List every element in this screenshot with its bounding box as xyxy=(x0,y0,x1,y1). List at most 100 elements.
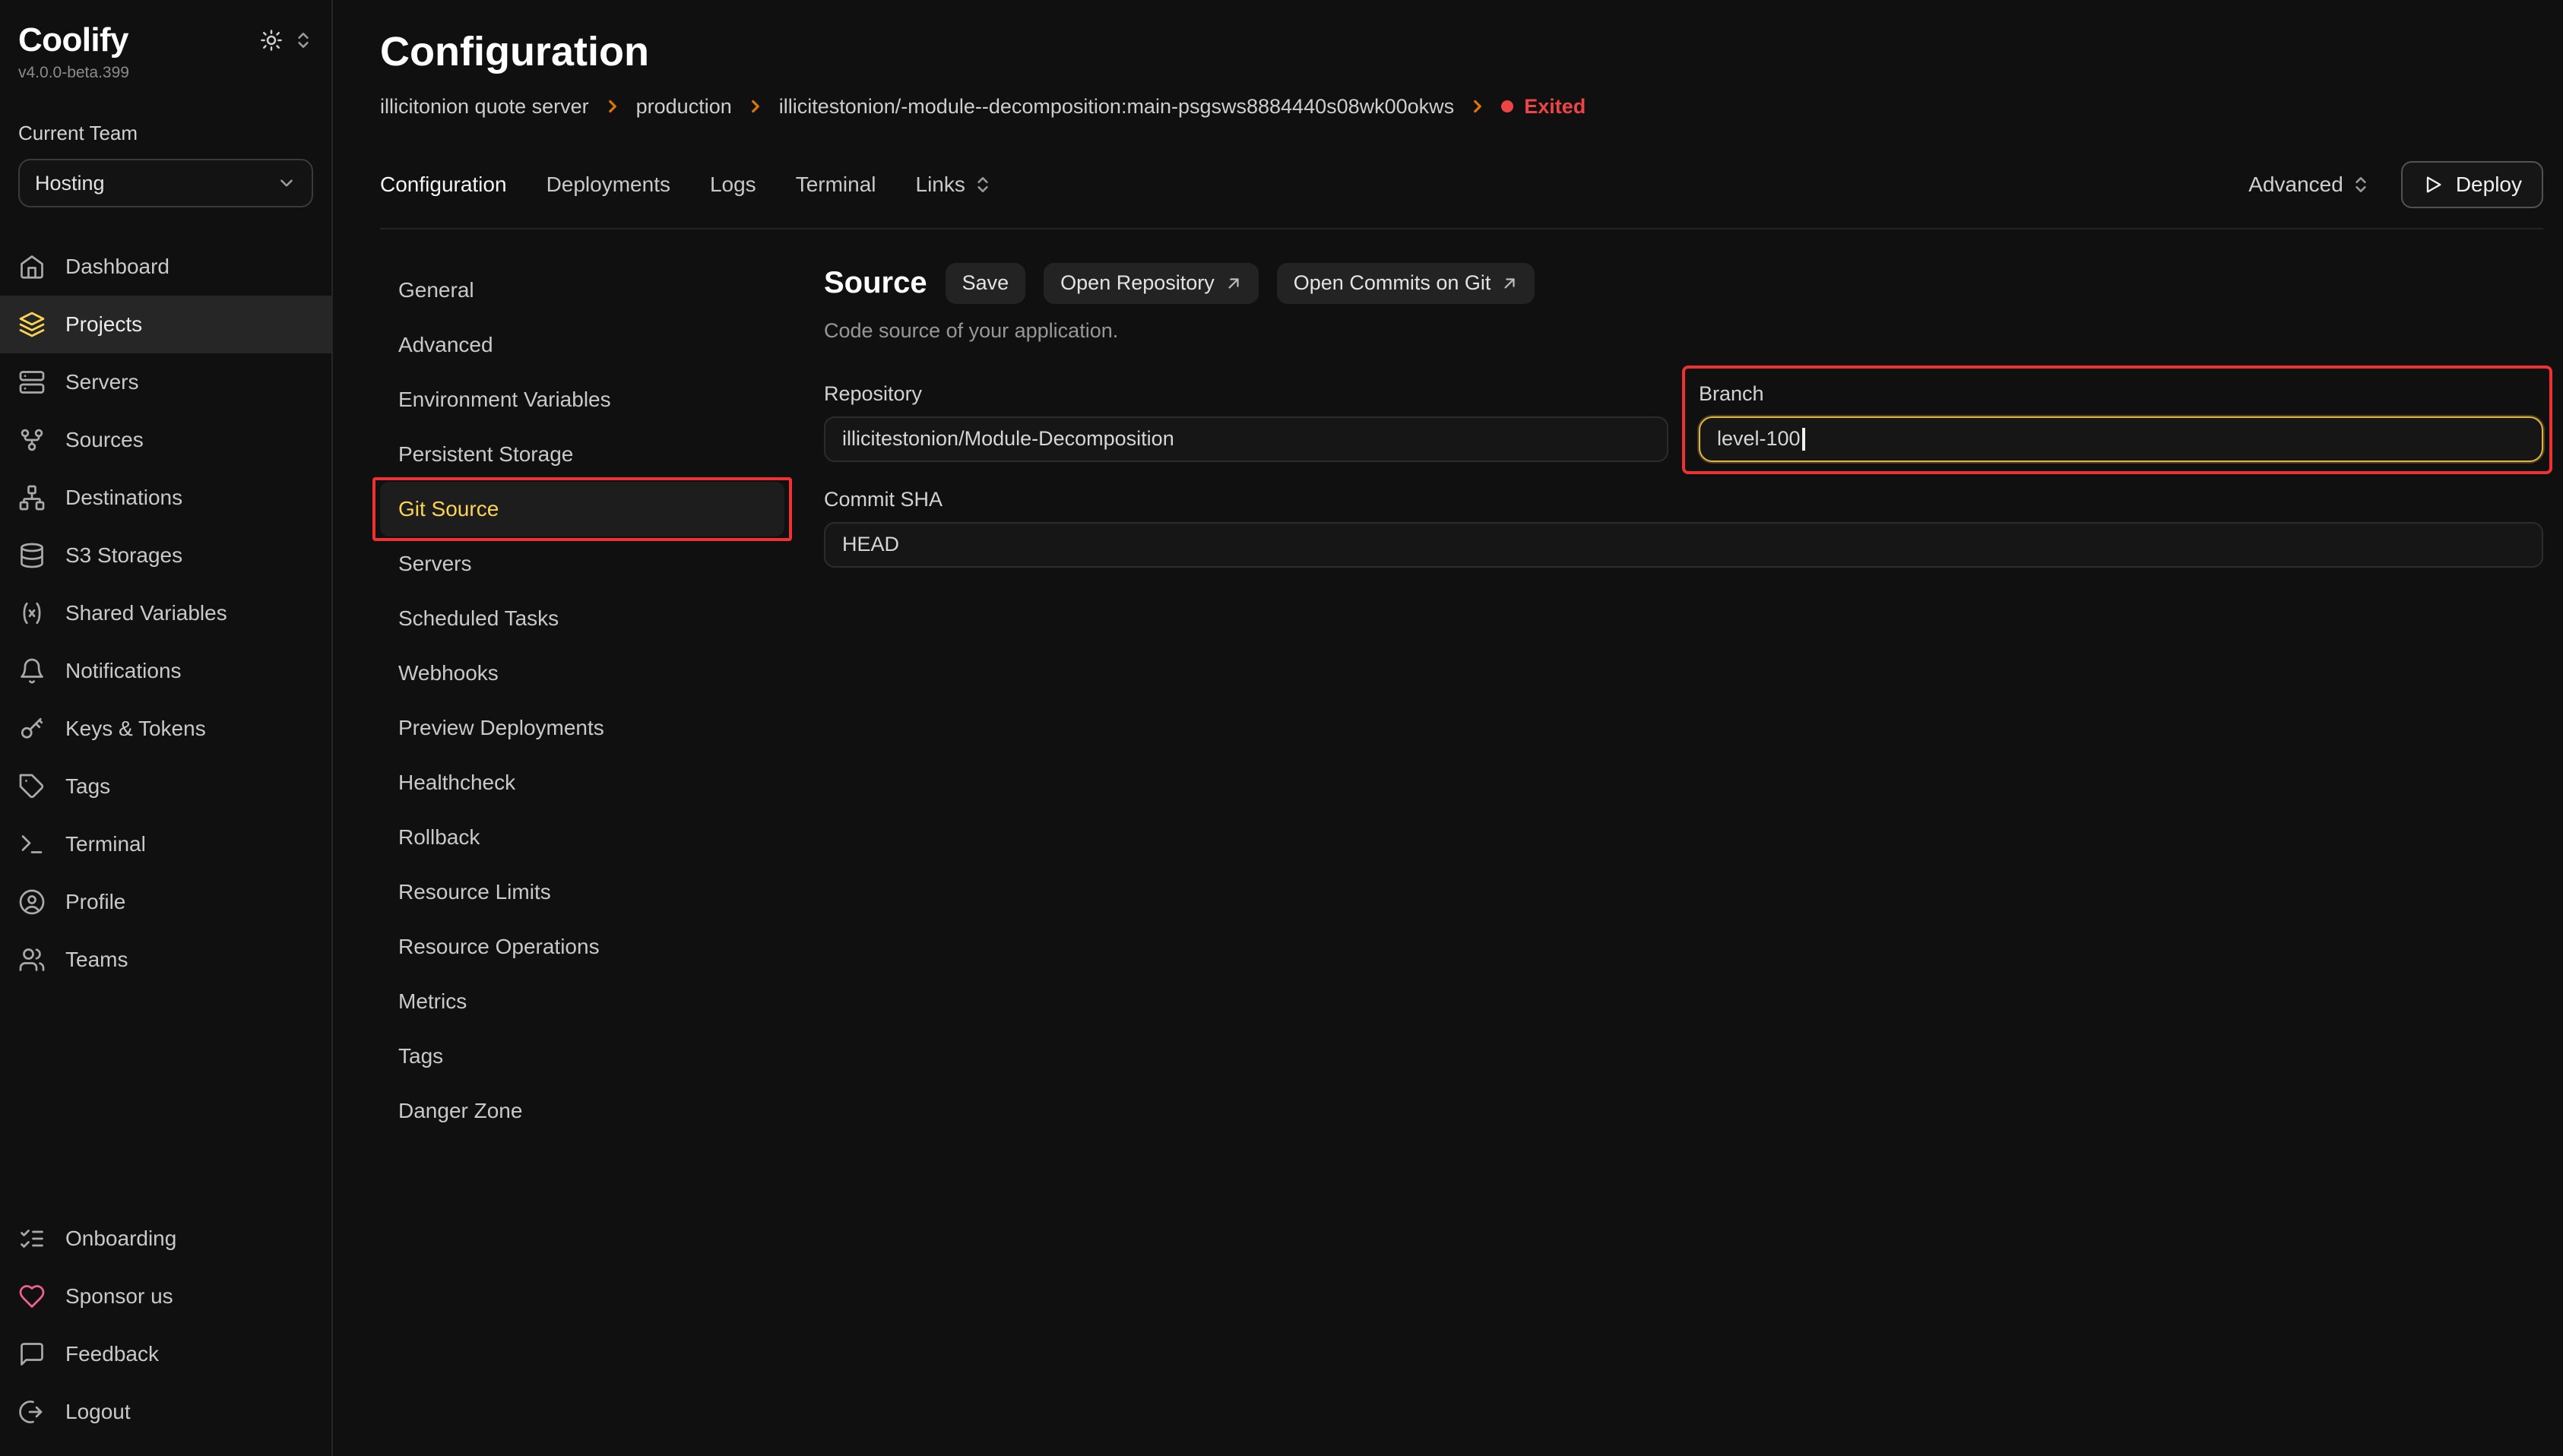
team-select[interactable]: Hosting xyxy=(18,159,313,207)
chevrons-up-down-icon[interactable] xyxy=(293,30,313,50)
sidebar-item-keys-tokens[interactable]: Keys & Tokens xyxy=(0,700,331,758)
server-icon xyxy=(18,369,46,396)
section-subtitle: Code source of your application. xyxy=(824,319,2543,343)
network-icon xyxy=(18,484,46,511)
home-icon xyxy=(18,253,46,280)
sidebar-item-label: Sources xyxy=(65,428,144,452)
sidebar-item-terminal[interactable]: Terminal xyxy=(0,815,331,873)
subnav-item-advanced[interactable]: Advanced xyxy=(380,318,784,372)
key-icon xyxy=(18,715,46,742)
tab-deployments[interactable]: Deployments xyxy=(546,173,670,197)
branch-field: Branch level-100 xyxy=(1699,382,2543,462)
sidebar-item-teams[interactable]: Teams xyxy=(0,931,331,989)
play-icon xyxy=(2422,174,2444,195)
form-fields: Repository Branch level-100 Commit SHA xyxy=(824,382,2543,568)
logout-icon xyxy=(18,1398,46,1426)
sidebar-item-shared-variables[interactable]: Shared Variables xyxy=(0,584,331,642)
branch-input[interactable]: level-100 xyxy=(1699,416,2543,462)
open-repository-button[interactable]: Open Repository xyxy=(1044,263,1259,304)
branch-label: Branch xyxy=(1699,382,2543,406)
sidebar-item-profile[interactable]: Profile xyxy=(0,873,331,931)
subnav-item-scheduled-tasks[interactable]: Scheduled Tasks xyxy=(380,591,784,646)
sidebar-item-label: Destinations xyxy=(65,486,182,510)
advanced-dropdown[interactable]: Advanced xyxy=(2248,173,2371,197)
sidebar-item-onboarding[interactable]: Onboarding xyxy=(0,1210,331,1268)
status-text: Exited xyxy=(1524,95,1586,119)
tab-logs[interactable]: Logs xyxy=(710,173,756,197)
sidebar-item-label: Shared Variables xyxy=(65,601,227,625)
sidebar-item-label: Notifications xyxy=(65,659,182,683)
tabs-actions: Advanced Deploy xyxy=(2248,161,2543,208)
tab-links[interactable]: Links xyxy=(916,173,993,197)
tabs-row: Configuration Deployments Logs Terminal … xyxy=(380,161,2543,229)
settings-subnav: General Advanced Environment Variables P… xyxy=(380,263,784,1138)
sidebar-item-notifications[interactable]: Notifications xyxy=(0,642,331,700)
subnav-item-servers[interactable]: Servers xyxy=(380,537,784,591)
breadcrumb-application[interactable]: illicitestonion/-module--decomposition:m… xyxy=(779,95,1454,119)
tag-icon xyxy=(18,773,46,800)
current-team-label: Current Team xyxy=(18,122,313,145)
chevron-right-icon xyxy=(603,97,623,116)
subnav-item-resource-operations[interactable]: Resource Operations xyxy=(380,919,784,974)
sidebar: Coolify v4.0.0-beta.399 Current Team Hos… xyxy=(0,0,333,1456)
arrow-up-right-icon xyxy=(1225,275,1242,292)
chevrons-up-down-icon xyxy=(2351,175,2371,195)
status-badge: Exited xyxy=(1501,95,1586,119)
sidebar-item-label: Keys & Tokens xyxy=(65,717,206,741)
message-square-icon xyxy=(18,1340,46,1368)
sidebar-item-tags[interactable]: Tags xyxy=(0,758,331,815)
repository-input[interactable] xyxy=(824,416,1668,462)
deploy-button[interactable]: Deploy xyxy=(2401,161,2543,208)
subnav-item-environment-variables[interactable]: Environment Variables xyxy=(380,372,784,427)
sidebar-item-label: Teams xyxy=(65,948,128,972)
subnav-item-rollback[interactable]: Rollback xyxy=(380,810,784,865)
section-title: Source xyxy=(824,266,927,300)
database-icon xyxy=(18,542,46,569)
sidebar-item-sponsor[interactable]: Sponsor us xyxy=(0,1268,331,1325)
heart-icon xyxy=(18,1283,46,1310)
subnav-item-preview-deployments[interactable]: Preview Deployments xyxy=(380,701,784,755)
sidebar-item-sources[interactable]: Sources xyxy=(0,411,331,469)
open-commits-button[interactable]: Open Commits on Git xyxy=(1277,263,1535,304)
save-button[interactable]: Save xyxy=(946,263,1026,304)
tab-terminal[interactable]: Terminal xyxy=(796,173,876,197)
repository-label: Repository xyxy=(824,382,1668,406)
list-checks-icon xyxy=(18,1225,46,1252)
app-root: Coolify v4.0.0-beta.399 Current Team Hos… xyxy=(0,0,2563,1456)
layers-icon xyxy=(18,311,46,338)
sidebar-item-label: Logout xyxy=(65,1400,131,1424)
subnav-item-general[interactable]: General xyxy=(380,263,784,318)
bell-icon xyxy=(18,657,46,685)
commit-sha-field: Commit SHA xyxy=(824,488,2543,568)
subnav-item-healthcheck[interactable]: Healthcheck xyxy=(380,755,784,810)
variable-icon xyxy=(18,600,46,627)
breadcrumb-environment[interactable]: production xyxy=(636,95,732,119)
sidebar-item-s3-storages[interactable]: S3 Storages xyxy=(0,527,331,584)
subnav-item-tags[interactable]: Tags xyxy=(380,1029,784,1084)
sidebar-item-label: Dashboard xyxy=(65,255,169,279)
subnav-item-danger-zone[interactable]: Danger Zone xyxy=(380,1084,784,1138)
subnav-item-persistent-storage[interactable]: Persistent Storage xyxy=(380,427,784,482)
sidebar-footer-nav: Onboarding Sponsor us Feedback Logout xyxy=(18,1210,313,1441)
sidebar-item-logout[interactable]: Logout xyxy=(0,1383,331,1441)
sidebar-item-label: Projects xyxy=(65,312,142,337)
page-title: Configuration xyxy=(380,27,2543,77)
sidebar-item-dashboard[interactable]: Dashboard xyxy=(0,238,331,296)
subnav-item-git-source[interactable]: Git Source xyxy=(380,482,784,537)
chevron-right-icon xyxy=(746,97,765,116)
subnav-item-metrics[interactable]: Metrics xyxy=(380,974,784,1029)
git-source-form: Source Save Open Repository Open Commits… xyxy=(824,263,2543,1138)
sidebar-item-destinations[interactable]: Destinations xyxy=(0,469,331,527)
sidebar-item-projects[interactable]: Projects xyxy=(0,296,331,353)
breadcrumb-project[interactable]: illicitonion quote server xyxy=(380,95,589,119)
subnav-item-resource-limits[interactable]: Resource Limits xyxy=(380,865,784,919)
sidebar-item-servers[interactable]: Servers xyxy=(0,353,331,411)
chevron-down-icon xyxy=(277,173,296,193)
theme-sun-icon[interactable] xyxy=(260,29,283,52)
commit-sha-input[interactable] xyxy=(824,522,2543,568)
tab-configuration[interactable]: Configuration xyxy=(380,173,507,197)
sidebar-spacer xyxy=(18,989,313,1210)
sidebar-item-feedback[interactable]: Feedback xyxy=(0,1325,331,1383)
subnav-item-webhooks[interactable]: Webhooks xyxy=(380,646,784,701)
user-circle-icon xyxy=(18,888,46,916)
